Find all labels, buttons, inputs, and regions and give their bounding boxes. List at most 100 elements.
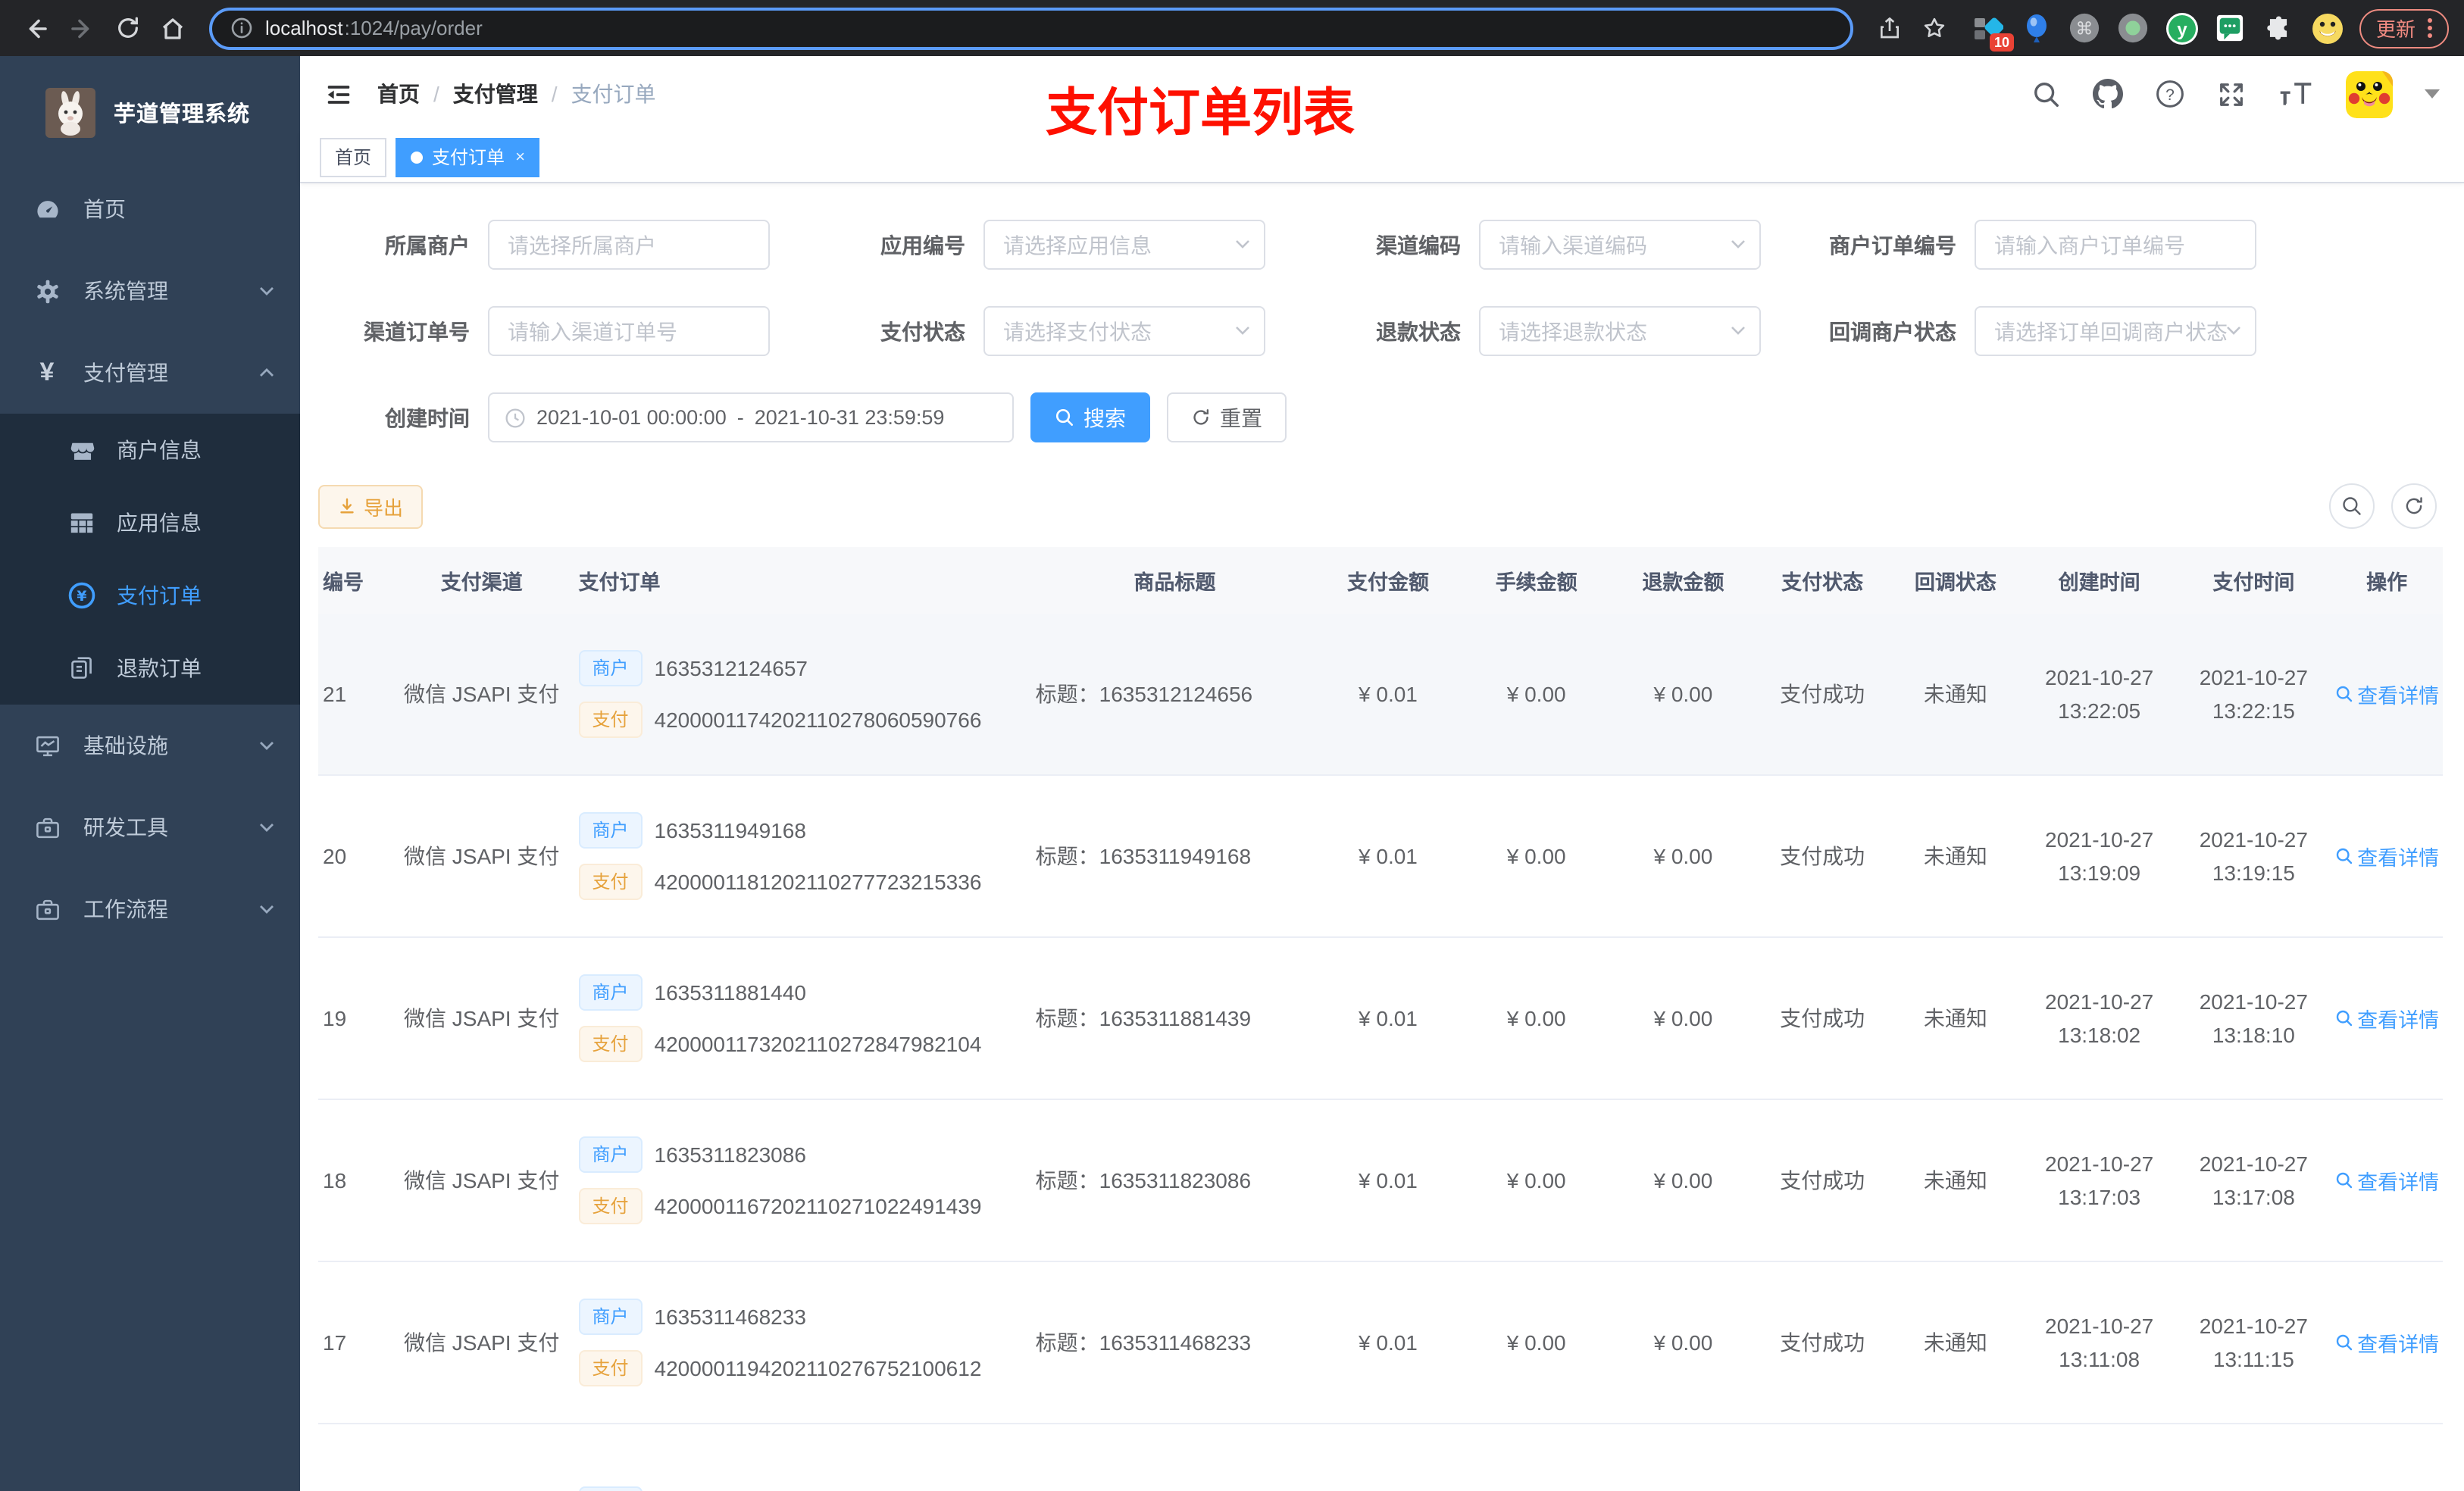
notify-status: 未通知 (1923, 844, 1987, 868)
pay-tag: 支付 (578, 702, 643, 738)
merchant-order-no: 1635311468233 (654, 1305, 806, 1329)
site-info-icon[interactable] (230, 17, 253, 39)
owner-input[interactable] (488, 220, 770, 270)
github-icon[interactable] (2093, 79, 2123, 109)
sidebar-item-infrastructure[interactable]: 基础设施 (0, 705, 300, 786)
table-refresh-button[interactable] (2391, 483, 2437, 529)
browser-update-button[interactable]: 更新 (2359, 8, 2449, 48)
channel-order-no-input[interactable] (488, 306, 770, 356)
filter-label-refund-status: 退款状态 (1376, 319, 1461, 343)
toolbox-icon (32, 814, 62, 840)
extension-chat-icon[interactable] (2214, 11, 2247, 45)
extension-pinned-icon[interactable]: 10 (1972, 11, 2014, 51)
col-paid: 支付时间 (2212, 571, 2295, 594)
extension-command-icon[interactable]: ⌘ (2068, 11, 2102, 45)
yen-circle-icon: ¥ (67, 582, 97, 609)
sidebar-item-label: 基础设施 (83, 733, 168, 758)
sidebar-item-payment[interactable]: ¥ 支付管理 (0, 332, 300, 414)
app-select[interactable] (983, 220, 1265, 270)
tag-home[interactable]: 首页 (320, 137, 387, 177)
forward-icon[interactable] (61, 7, 103, 49)
page-content: 所属商户 应用编号 渠道编码 商户订单编号 (300, 183, 2464, 1491)
url-host: localhost (265, 17, 343, 39)
font-size-icon[interactable] (2278, 80, 2314, 108)
extension-balloon-icon[interactable] (2020, 11, 2053, 45)
search-icon[interactable] (2032, 80, 2061, 108)
sidebar-item-refund-order[interactable]: 退款订单 (0, 632, 300, 705)
merchant-order-no-input[interactable] (1975, 220, 2256, 270)
help-icon[interactable]: ? (2155, 79, 2185, 109)
sidebar-toggle-icon[interactable] (324, 80, 353, 108)
table-row[interactable]: 21 微信 JSAPI 支付 商户 1635312124657 支付 4200001… (318, 614, 2443, 776)
title-prefix: 标题： (1035, 1168, 1099, 1192)
annotation-overlay: 支付订单列表 (1046, 85, 1355, 142)
home-icon[interactable] (152, 7, 194, 49)
merchant-tag: 商户 (578, 650, 643, 686)
app-logo[interactable]: 芋道管理系统 (0, 56, 300, 168)
title-value: 1635311881439 (1099, 1006, 1252, 1030)
reset-button[interactable]: 重置 (1167, 392, 1287, 442)
table-row[interactable]: 17 微信 JSAPI 支付 商户 1635311468233 支付 4200001… (318, 1262, 2443, 1424)
breadcrumb-home[interactable]: 首页 (377, 79, 420, 109)
browser-menu-icon[interactable] (2428, 18, 2432, 38)
filter-label-app: 应用编号 (880, 233, 965, 257)
extension-emoji-icon[interactable] (2311, 11, 2344, 45)
sidebar-item-dev-tools[interactable]: 研发工具 (0, 786, 300, 868)
bookmark-star-icon[interactable] (1914, 7, 1956, 49)
search-icon (2335, 1334, 2352, 1351)
sidebar-item-label: 支付订单 (117, 583, 202, 608)
sidebar-item-label: 退款订单 (117, 656, 202, 680)
tag-label: 支付订单 (432, 147, 505, 168)
channel-code-select[interactable] (1479, 220, 1761, 270)
table-row-partial[interactable]: 商户1635311954796 (318, 1424, 2443, 1491)
sidebar-item-merchant-info[interactable]: 商户信息 (0, 414, 300, 486)
refund-status-select[interactable] (1479, 306, 1761, 356)
back-icon[interactable] (15, 7, 58, 49)
table-search-toggle-button[interactable] (2329, 483, 2375, 529)
view-detail-link[interactable]: 查看详情 (2334, 841, 2439, 871)
table-row[interactable]: 19 微信 JSAPI 支付 商户 1635311881440 支付 4200001… (318, 938, 2443, 1100)
navbar: 首页 / 支付管理 / 支付订单 ? (300, 56, 2464, 132)
dashboard-icon (32, 196, 62, 222)
callback-status-select[interactable] (1975, 306, 2256, 356)
pay-status: 支付成功 (1780, 1006, 1865, 1030)
share-icon[interactable] (1868, 7, 1911, 49)
pay-status: 支付成功 (1780, 1168, 1865, 1192)
pay-tag: 支付 (578, 1350, 643, 1386)
create-time-range-picker[interactable]: 2021-10-01 00:00:00 - 2021-10-31 23:59:5… (488, 392, 1014, 442)
view-detail-link[interactable]: 查看详情 (2334, 1327, 2439, 1358)
export-button-label: 导出 (364, 496, 404, 519)
sidebar-item-pay-order[interactable]: ¥ 支付订单 (0, 559, 300, 632)
view-detail-link[interactable]: 查看详情 (2334, 1165, 2439, 1196)
col-amount: 支付金额 (1346, 571, 1429, 594)
breadcrumb-section[interactable]: 支付管理 (453, 79, 538, 109)
title-prefix: 标题： (1035, 1330, 1099, 1355)
url-bar[interactable]: localhost:1024/pay/order (209, 7, 1853, 49)
title-prefix: 标题： (1035, 682, 1099, 706)
extension-record-icon[interactable] (2117, 11, 2150, 45)
avatar-caret-icon[interactable] (2425, 89, 2440, 98)
sidebar-item-system[interactable]: 系统管理 (0, 250, 300, 332)
sidebar-item-app-info[interactable]: 应用信息 (0, 486, 300, 559)
pay-status-select[interactable] (983, 306, 1265, 356)
search-button[interactable]: 搜索 (1030, 392, 1150, 442)
filter-label-owner: 所属商户 (385, 233, 470, 257)
sidebar-item-workflow[interactable]: 工作流程 (0, 868, 300, 950)
table-row[interactable]: 20 微信 JSAPI 支付 商户 1635311949168 支付 4200001… (318, 776, 2443, 938)
sidebar-item-home[interactable]: 首页 (0, 168, 300, 250)
close-icon[interactable]: × (515, 148, 525, 166)
fullscreen-icon[interactable] (2217, 80, 2246, 108)
pay-order-no: 4200001173202110272847982104 (654, 1032, 982, 1056)
table-row[interactable]: 18 微信 JSAPI 支付 商户 1635311823086 支付 4200001… (318, 1100, 2443, 1262)
reload-icon[interactable] (106, 7, 149, 49)
view-detail-link[interactable]: 查看详情 (2334, 679, 2439, 709)
extension-y-icon[interactable]: y (2165, 11, 2199, 45)
extension-puzzle-icon[interactable] (2262, 11, 2296, 45)
filter-label-callback-status: 回调商户状态 (1829, 319, 1956, 343)
svg-text:⌘: ⌘ (2077, 20, 2094, 39)
col-notify-status: 回调状态 (1914, 571, 1997, 594)
export-button[interactable]: 导出 (318, 484, 424, 528)
view-detail-link[interactable]: 查看详情 (2334, 1003, 2439, 1033)
avatar[interactable] (2346, 70, 2393, 117)
tag-pay-order[interactable]: 支付订单 × (396, 137, 540, 177)
